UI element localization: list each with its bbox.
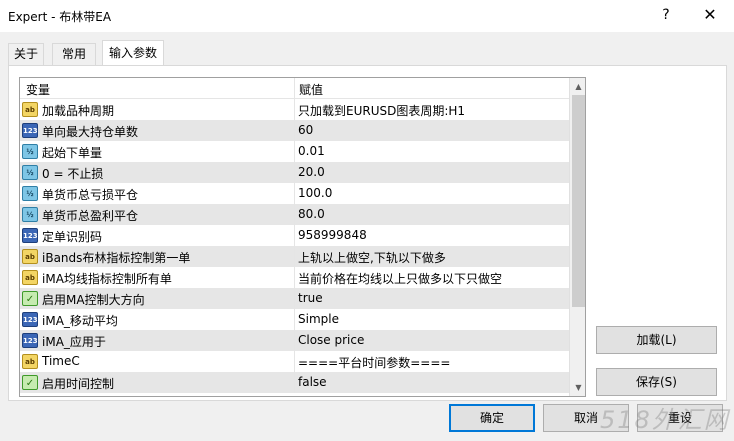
grid-header: 变量 赋值: [20, 78, 570, 99]
double-icon: ½: [22, 186, 38, 201]
column-divider: [294, 204, 295, 225]
table-row[interactable]: ½ 0 = 不止损 20.0: [20, 162, 570, 183]
integer-icon: 123: [22, 123, 38, 138]
parameter-name: 加载品种周期: [42, 104, 115, 118]
vertical-scrollbar[interactable]: ▲ ▼: [569, 78, 585, 396]
parameter-name: iBands布林指标控制第一单: [42, 251, 191, 265]
string-icon: ab: [22, 354, 38, 369]
column-divider: [294, 351, 295, 372]
table-row[interactable]: ✓ 启用时间控制 false: [20, 372, 570, 393]
parameter-value[interactable]: 60: [298, 123, 313, 137]
table-row[interactable]: ½ 起始下单量 0.01: [20, 141, 570, 162]
ok-button[interactable]: 确定: [449, 404, 535, 432]
table-row[interactable]: 123 iMA_应用于 Close price: [20, 330, 570, 351]
string-icon: ab: [22, 270, 38, 285]
table-row[interactable]: ½ 单货币总亏损平仓 100.0: [20, 183, 570, 204]
table-row[interactable]: ab 加载品种周期 只加载到EURUSD图表周期:H1: [20, 99, 570, 120]
parameter-name: 启用MA控制大方向: [42, 293, 145, 307]
column-divider: [294, 246, 295, 267]
parameter-value[interactable]: 100.0: [298, 186, 332, 200]
boolean-icon: ✓: [22, 375, 38, 390]
parameter-name: 起始下单量: [42, 146, 103, 160]
tab-about[interactable]: 关于: [8, 43, 44, 65]
load-button[interactable]: 加载(L): [596, 326, 717, 354]
column-divider: [294, 288, 295, 309]
help-button[interactable]: ?: [656, 5, 676, 25]
string-icon: ab: [22, 249, 38, 264]
window-title: Expert - 布林带EA: [8, 10, 112, 24]
column-value[interactable]: 赋值: [299, 81, 323, 98]
column-divider: [294, 267, 295, 288]
parameter-name: 启用时间控制: [42, 377, 115, 391]
parameter-name: 0 = 不止损: [42, 167, 104, 181]
boolean-icon: ✓: [22, 291, 38, 306]
parameter-name: 单货币总盈利平仓: [42, 209, 139, 223]
column-divider: [294, 330, 295, 351]
table-row[interactable]: 123 定单识别码 958999848: [20, 225, 570, 246]
parameter-value[interactable]: 0.01: [298, 144, 325, 158]
parameter-value[interactable]: 上轨以上做空,下轨以下做多: [298, 249, 446, 266]
parameter-value[interactable]: 当前价格在均线以上只做多以下只做空: [298, 270, 502, 287]
double-icon: ½: [22, 165, 38, 180]
parameter-grid: 变量 赋值 ab 加载品种周期 只加载到EURUSD图表周期:H1 123 单向最大持仓…: [19, 77, 586, 397]
parameter-name: 定单识别码: [42, 230, 103, 244]
table-row[interactable]: 123 单向最大持仓单数 60: [20, 120, 570, 141]
column-divider: [294, 225, 295, 246]
grid-rows: ab 加载品种周期 只加载到EURUSD图表周期:H1 123 单向最大持仓单数 60 ½ 起…: [20, 99, 570, 393]
integer-icon: 123: [22, 228, 38, 243]
parameter-value[interactable]: 80.0: [298, 207, 325, 221]
table-row[interactable]: ab TimeC ====平台时间参数====: [20, 351, 570, 372]
watermark: 518外汇网: [600, 406, 730, 434]
parameter-value[interactable]: 20.0: [298, 165, 325, 179]
double-icon: ½: [22, 207, 38, 222]
enum-icon: 123: [22, 312, 38, 327]
parameter-value[interactable]: Simple: [298, 312, 339, 326]
parameter-value[interactable]: false: [298, 375, 327, 389]
table-row[interactable]: ½ 单货币总盈利平仓 80.0: [20, 204, 570, 225]
close-button[interactable]: ✕: [698, 4, 722, 26]
table-row[interactable]: 123 iMA_移动平均 Simple: [20, 309, 570, 330]
parameter-value[interactable]: Close price: [298, 333, 364, 347]
scroll-up-arrow-icon[interactable]: ▲: [570, 78, 585, 95]
tab-inputs[interactable]: 输入参数: [102, 40, 164, 66]
column-divider: [294, 183, 295, 204]
parameter-name: iMA_移动平均: [42, 314, 118, 328]
column-divider: [294, 372, 295, 393]
column-divider: [294, 141, 295, 162]
title-bar: Expert - 布林带EA ? ✕: [0, 0, 734, 32]
save-button[interactable]: 保存(S): [596, 368, 717, 396]
parameter-name: 单向最大持仓单数: [42, 125, 139, 139]
scroll-thumb[interactable]: [572, 95, 585, 307]
table-row[interactable]: ✓ 启用MA控制大方向 true: [20, 288, 570, 309]
parameter-name: TimeC: [42, 354, 80, 368]
double-icon: ½: [22, 144, 38, 159]
parameter-value[interactable]: ====平台时间参数====: [298, 354, 450, 371]
column-divider: [294, 120, 295, 141]
parameter-name: 单货币总亏损平仓: [42, 188, 139, 202]
tab-common[interactable]: 常用: [52, 43, 96, 65]
column-divider: [294, 162, 295, 183]
parameter-value[interactable]: 958999848: [298, 228, 367, 242]
table-row[interactable]: ab iBands布林指标控制第一单 上轨以上做空,下轨以下做多: [20, 246, 570, 267]
parameter-value[interactable]: 只加载到EURUSD图表周期:H1: [298, 102, 465, 119]
column-divider: [294, 99, 295, 120]
table-row[interactable]: ab iMA均线指标控制所有单 当前价格在均线以上只做多以下只做空: [20, 267, 570, 288]
enum-icon: 123: [22, 333, 38, 348]
parameter-value[interactable]: true: [298, 291, 323, 305]
parameter-name: iMA_应用于: [42, 335, 106, 349]
column-divider: [294, 309, 295, 330]
scroll-down-arrow-icon[interactable]: ▼: [570, 379, 585, 396]
column-divider: [294, 78, 295, 99]
parameter-name: iMA均线指标控制所有单: [42, 272, 172, 286]
string-icon: ab: [22, 102, 38, 117]
column-variable[interactable]: 变量: [26, 81, 50, 98]
